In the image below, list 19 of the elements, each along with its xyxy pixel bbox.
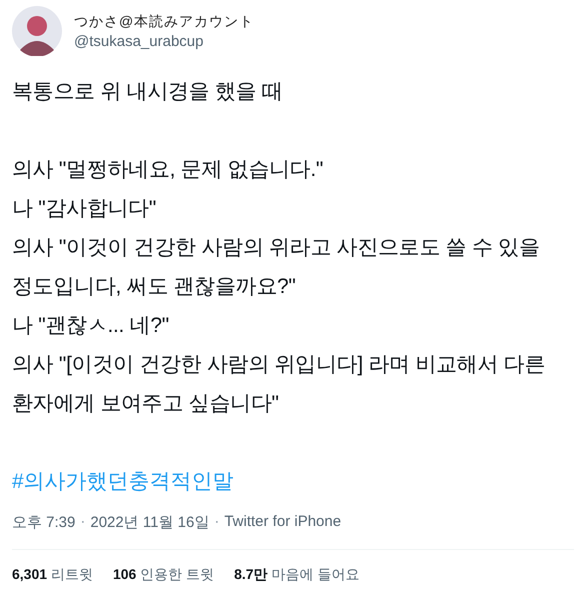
stat-link[interactable]: 106 인용한 트윗 (112, 566, 214, 584)
user-handle[interactable]: @tsukasa_urabcup (74, 32, 254, 50)
tweet-text-line: 나 "감사합니다" (12, 196, 158, 222)
tweet-text-line: 정도입니다, 써도 괜찮을까요?" (12, 274, 297, 300)
separator-dot: · (213, 513, 220, 532)
tweet-text-line: 복통으로 위 내시경을 했을 때 (12, 79, 284, 105)
tweet-time[interactable]: 오후 7:39 (12, 513, 76, 532)
tweet-text-line: 의사 "멀쩡하네요, 문제 없습니다." (12, 157, 324, 183)
stat-link[interactable]: 8.7만 마음에 들어요 (234, 566, 360, 584)
tweet-text-line: 나 "괜찮ㅅ... 네?" (12, 313, 170, 339)
tweet-source[interactable]: Twitter for iPhone (224, 513, 342, 532)
stat-link[interactable]: 6,301 리트윗 (12, 566, 93, 584)
separator-dot: · (79, 513, 86, 532)
tweet-date[interactable]: 2022년 11월 16일 (90, 513, 210, 532)
tweet-text-line: 환자에게 보여주고 싶습니다" (12, 391, 280, 417)
tweet-text-line: 의사 "이것이 건강한 사람의 위라고 사진으로도 쓸 수 있을 (12, 235, 541, 261)
display-name[interactable]: つかさ@本読みアカウント (74, 12, 254, 30)
avatar-icon[interactable] (12, 6, 62, 56)
tweet-text-line: 의사 "[이것이 건강한 사람의 위입니다] 라며 비교해서 다른 (12, 352, 546, 378)
